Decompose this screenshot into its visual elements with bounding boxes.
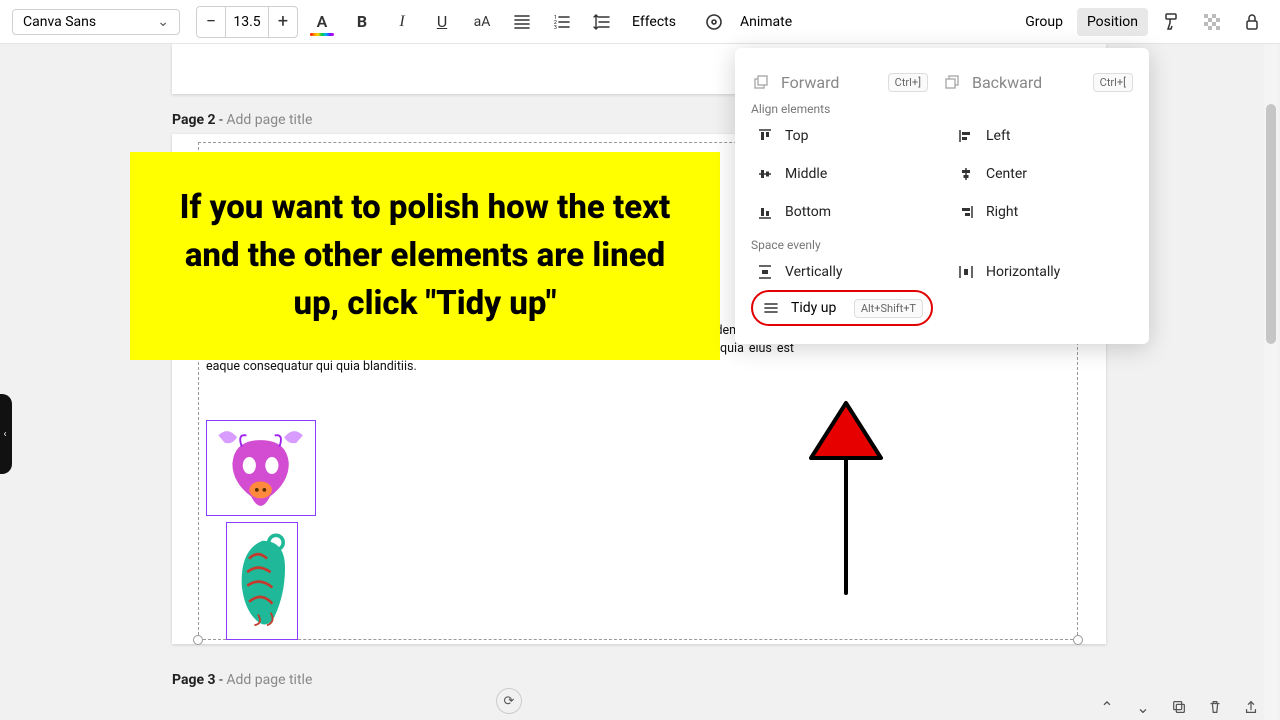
- forward-shortcut: Ctrl+]: [888, 73, 928, 92]
- page-down-icon[interactable]: ⌄: [1130, 694, 1156, 720]
- side-panel-toggle[interactable]: ‹: [0, 394, 12, 474]
- space-horizontal-icon: [956, 262, 976, 282]
- group-button[interactable]: Group: [1015, 8, 1073, 36]
- scroll-thumb[interactable]: [1266, 104, 1276, 344]
- text-color-icon[interactable]: A: [306, 6, 338, 38]
- text-toolbar: Canva Sans ⌄ − 13.5 + A B I U aA 123 Eff…: [0, 0, 1280, 44]
- annotation-arrow: [796, 398, 896, 598]
- selected-graphic-lion[interactable]: [226, 522, 298, 640]
- align-left-button[interactable]: Left: [952, 120, 1133, 152]
- font-family-label: Canva Sans: [23, 14, 96, 30]
- position-popover: Forward Ctrl+] Backward Ctrl+[ Align ele…: [735, 48, 1149, 344]
- align-middle-icon: [755, 164, 775, 184]
- align-bottom-icon: [755, 202, 775, 222]
- chevron-down-icon: ⌄: [157, 14, 169, 30]
- selection-handle[interactable]: [193, 635, 203, 645]
- vertical-scrollbar[interactable]: [1264, 44, 1278, 720]
- instruction-callout: If you want to polish how the text and t…: [130, 152, 720, 360]
- list-icon[interactable]: 123: [546, 6, 578, 38]
- backward-icon: [942, 72, 962, 92]
- size-decrease-button[interactable]: −: [197, 7, 225, 37]
- selection-handle[interactable]: [1073, 635, 1083, 645]
- page-number: Page 3: [172, 672, 216, 688]
- tidy-up-icon: [761, 298, 781, 318]
- tidy-up-label: Tidy up: [791, 300, 836, 316]
- forward-button[interactable]: Forward Ctrl+]: [751, 72, 942, 92]
- space-horizontally-button[interactable]: Horizontally: [952, 256, 1133, 288]
- underline-icon[interactable]: U: [426, 6, 458, 38]
- selected-graphic-cow[interactable]: [206, 420, 316, 516]
- align-center-icon: [956, 164, 976, 184]
- size-increase-button[interactable]: +: [269, 7, 297, 37]
- forward-icon: [751, 72, 771, 92]
- animate-button[interactable]: Animate: [730, 8, 802, 36]
- tidy-up-button[interactable]: Tidy up Alt+Shift+T: [751, 290, 933, 326]
- svg-text:3: 3: [554, 25, 557, 31]
- backward-label: Backward: [972, 73, 1042, 92]
- align-right-button[interactable]: Right: [952, 196, 1133, 228]
- transparency-icon[interactable]: [1196, 6, 1228, 38]
- align-center-button[interactable]: Center: [952, 158, 1133, 190]
- duplicate-page-icon[interactable]: [1166, 694, 1192, 720]
- italic-icon[interactable]: I: [386, 6, 418, 38]
- page-number: Page 2: [172, 112, 216, 128]
- share-page-icon[interactable]: [1238, 694, 1264, 720]
- page-title-placeholder: Add page title: [226, 112, 312, 128]
- align-icon[interactable]: [506, 6, 538, 38]
- instruction-text: If you want to polish how the text and t…: [158, 184, 692, 328]
- spacing-icon[interactable]: [586, 6, 618, 38]
- copy-style-icon[interactable]: [1156, 6, 1188, 38]
- space-vertical-icon: [755, 262, 775, 282]
- delete-page-icon[interactable]: [1202, 694, 1228, 720]
- bold-icon[interactable]: B: [346, 6, 378, 38]
- backward-shortcut: Ctrl+[: [1093, 73, 1133, 92]
- backward-button[interactable]: Backward Ctrl+[: [942, 72, 1133, 92]
- align-middle-button[interactable]: Middle: [751, 158, 932, 190]
- font-size-stepper: − 13.5 +: [196, 6, 298, 38]
- align-bottom-button[interactable]: Bottom: [751, 196, 932, 228]
- forward-label: Forward: [781, 73, 839, 92]
- page-controls: ⌃ ⌄: [1094, 694, 1264, 720]
- position-button[interactable]: Position: [1077, 8, 1148, 36]
- effects-button[interactable]: Effects: [622, 8, 686, 36]
- space-section-label: Space evenly: [751, 238, 1133, 252]
- tidy-up-shortcut: Alt+Shift+T: [854, 299, 923, 318]
- animate-icon[interactable]: [698, 6, 730, 38]
- page-title-placeholder: Add page title: [226, 672, 312, 688]
- align-left-icon: [956, 126, 976, 146]
- font-family-select[interactable]: Canva Sans ⌄: [12, 9, 180, 35]
- align-right-icon: [956, 202, 976, 222]
- align-section-label: Align elements: [751, 102, 1133, 116]
- page-up-icon[interactable]: ⌃: [1094, 694, 1120, 720]
- sync-icon[interactable]: ⟳: [496, 688, 522, 714]
- align-top-button[interactable]: Top: [751, 120, 932, 152]
- space-vertically-button[interactable]: Vertically: [751, 256, 932, 288]
- lock-icon[interactable]: [1236, 6, 1268, 38]
- text-case-icon[interactable]: aA: [466, 6, 498, 38]
- font-size-value[interactable]: 13.5: [225, 7, 269, 37]
- page-3-label[interactable]: Page 3 - Add page title: [172, 672, 1260, 688]
- align-top-icon: [755, 126, 775, 146]
